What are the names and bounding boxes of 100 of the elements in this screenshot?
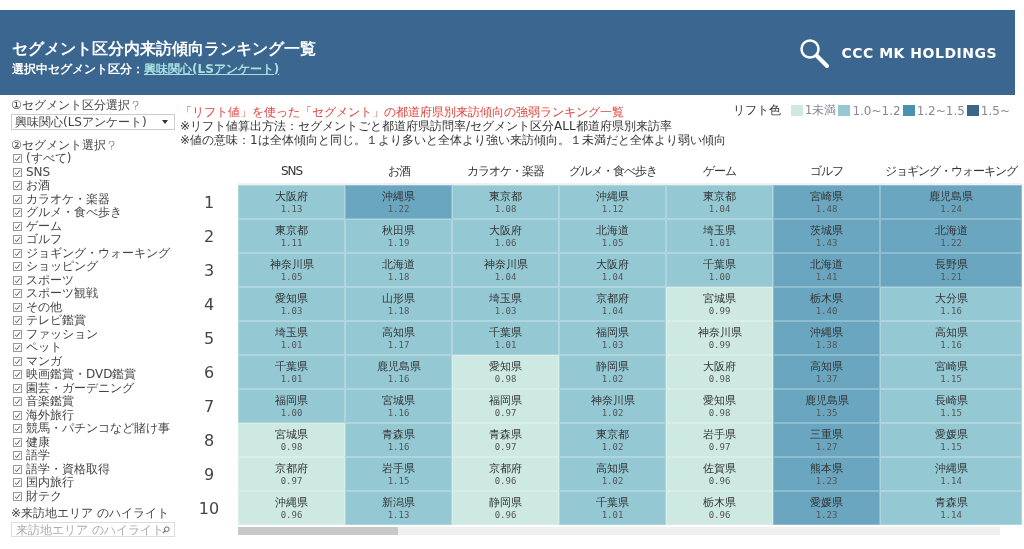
rank-number: 8	[202, 429, 216, 452]
ranking-cell: 青森県 0.97	[452, 423, 559, 457]
segment-option[interactable]: スポーツ観戦	[11, 287, 180, 301]
checkbox[interactable]	[13, 478, 22, 488]
ranking-cell: 千葉県 1.01	[238, 355, 345, 389]
checkbox[interactable]	[13, 208, 22, 218]
checkbox[interactable]	[13, 343, 22, 353]
ranking-cell: 北海道 1.22	[880, 219, 1022, 253]
page-title: セグメント区分内来訪傾向ランキング一覧	[12, 39, 316, 59]
segment-option[interactable]: 語学	[11, 449, 180, 463]
checkbox[interactable]	[13, 437, 22, 447]
ranking-cell: 三重県 1.27	[773, 423, 880, 457]
checkbox[interactable]	[13, 424, 22, 434]
checkbox[interactable]	[13, 302, 22, 312]
ranking-cell: 大分県 1.16	[880, 287, 1022, 321]
filter-label: ①セグメント区分選択	[11, 96, 130, 114]
segment-option[interactable]: カラオケ・楽器	[11, 192, 180, 206]
ranking-cell: 大阪府 1.04	[559, 253, 666, 287]
segment-option[interactable]: テレビ鑑賞	[11, 314, 180, 328]
ranking-cell: 高知県 1.02	[559, 457, 666, 491]
segment-option[interactable]: ジョギング・ウォーキング	[11, 246, 180, 260]
checkbox[interactable]	[13, 194, 22, 204]
checkbox[interactable]	[13, 221, 22, 231]
ranking-cell: 愛知県 0.98	[452, 355, 559, 389]
segment-option[interactable]: 語学・資格取得	[11, 462, 180, 476]
ranking-cell: 静岡県 0.96	[452, 491, 559, 525]
segment-option[interactable]: 財テク	[11, 489, 180, 503]
ranking-cell: 大阪府 1.06	[452, 219, 559, 253]
checkbox[interactable]	[13, 329, 22, 339]
segment-option[interactable]: マンガ	[11, 354, 180, 368]
subtitle-label: 選択中セグメント区分：	[12, 61, 144, 78]
ranking-cell: 沖縄県 1.22	[345, 185, 452, 219]
rank-number: 1	[202, 191, 216, 214]
ranking-cell: 沖縄県 0.96	[238, 491, 345, 525]
ranking-cell: 新潟県 1.13	[345, 491, 452, 525]
ranking-cell: 秋田県 1.19	[345, 219, 452, 253]
search-field[interactable]: 来訪地エリア のハイライト	[11, 522, 175, 537]
checkbox[interactable]	[13, 451, 22, 461]
ranking-cell: 神奈川県 1.04	[452, 253, 559, 287]
checkbox[interactable]	[13, 397, 22, 407]
rank-number: 2	[202, 225, 216, 248]
checkbox[interactable]	[13, 410, 22, 420]
segment-option[interactable]: SNS	[11, 165, 180, 179]
ranking-cell: 宮崎県 1.48	[773, 185, 880, 219]
checkbox[interactable]	[13, 154, 22, 164]
checkbox[interactable]	[13, 356, 22, 366]
segment-option[interactable]: お酒	[11, 179, 180, 193]
checkbox[interactable]	[13, 167, 22, 177]
segment-type-dropdown[interactable]: 興味関心(LSアンケート)	[11, 114, 175, 130]
segment-option[interactable]: ゴルフ	[11, 233, 180, 247]
checkbox[interactable]	[13, 370, 22, 380]
ranking-cell: 大阪府 1.13	[238, 185, 345, 219]
scrollbar[interactable]	[238, 527, 1000, 535]
ranking-cell: 埼玉県 1.01	[666, 219, 773, 253]
segment-option[interactable]: 競馬・パチンコなど賭け事	[11, 422, 180, 436]
ranking-cell: 愛媛県 1.15	[880, 423, 1022, 457]
legend-label: 1.2~1.5	[916, 103, 965, 118]
rank-number: 4	[202, 293, 216, 316]
ranking-cell: 栃木県 1.40	[773, 287, 880, 321]
ranking-cell: 沖縄県 1.12	[559, 185, 666, 219]
ranking-cell: 沖縄県 1.14	[880, 457, 1022, 491]
segment-link[interactable]: 興味関心(LSアンケート)	[144, 61, 280, 78]
checkbox[interactable]	[13, 262, 22, 272]
ranking-cell: 愛媛県 1.23	[773, 491, 880, 525]
checkbox[interactable]	[13, 316, 22, 326]
checkbox[interactable]	[13, 235, 22, 245]
segment-option[interactable]: その他	[11, 300, 180, 314]
segment-option[interactable]: 海外旅行	[11, 408, 180, 422]
segment-option[interactable]: ショッピング	[11, 260, 180, 274]
segment-option[interactable]: 音楽鑑賞	[11, 395, 180, 409]
segment-option[interactable]: ファッション	[11, 327, 180, 341]
ranking-cell: 長崎県 1.15	[880, 389, 1022, 423]
magnifier-icon	[799, 37, 830, 68]
checkbox[interactable]	[13, 289, 22, 299]
legend-label: 1.5~	[980, 103, 1010, 118]
segment-option[interactable]: スポーツ	[11, 273, 180, 287]
segment-option[interactable]: 健康	[11, 435, 180, 449]
segment-option[interactable]: グルメ・食べ歩き	[11, 206, 180, 220]
ranking-cell: 北海道 1.41	[773, 253, 880, 287]
segment-option[interactable]: ペット	[11, 341, 180, 355]
checkbox[interactable]	[13, 275, 22, 285]
checkbox[interactable]	[13, 181, 22, 191]
segment-option[interactable]: (すべて)	[11, 152, 180, 166]
ranking-cell: 北海道 1.18	[345, 253, 452, 287]
checkbox[interactable]	[13, 464, 22, 474]
checkbox[interactable]	[13, 248, 22, 258]
company-logo: CCC MK HOLDINGS	[841, 44, 997, 61]
highlight-label: ※来訪地エリア のハイライト	[11, 506, 170, 520]
segment-option[interactable]: 映画鑑賞・DVD鑑賞	[11, 368, 180, 382]
checkbox[interactable]	[13, 383, 22, 393]
ranking-cell: 千葉県 1.00	[666, 253, 773, 287]
rank-number: 5	[202, 327, 216, 350]
search-icon	[162, 525, 170, 534]
segment-option[interactable]: 国内旅行	[11, 476, 180, 490]
ranking-cell: 熊本県 1.23	[773, 457, 880, 491]
checkbox[interactable]	[13, 491, 22, 501]
segment-option[interactable]: 園芸・ガーデニング	[11, 381, 180, 395]
ranking-cell: 佐賀県 0.96	[666, 457, 773, 491]
segment-option[interactable]: ゲーム	[11, 219, 180, 233]
ranking-cell: 京都府 0.96	[452, 457, 559, 491]
